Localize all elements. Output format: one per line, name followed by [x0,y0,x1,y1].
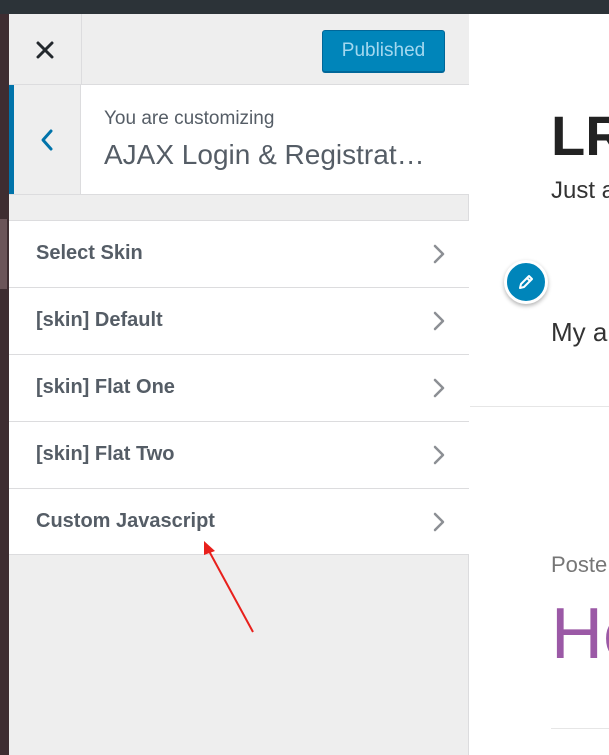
info-text: You are customizing AJAX Login & Registr… [104,107,459,173]
section-select-skin[interactable]: Select Skin [9,220,469,287]
preview-menu-text[interactable]: My a [551,317,607,348]
admin-top-bar [0,0,609,14]
section-label: [skin] Flat Two [36,443,175,465]
close-icon [36,41,54,58]
customizing-label: You are customizing [104,108,275,129]
chevron-right-icon [433,512,445,532]
background-edge [0,14,9,755]
preview-site-title[interactable]: LR [551,106,609,166]
site-preview: LR Just a My a Poste He [470,14,609,755]
preview-divider [551,728,609,729]
edit-shortcut-button[interactable] [504,260,548,304]
customizer-info: You are customizing AJAX Login & Registr… [9,85,469,195]
section-list: Select Skin [skin] Default [skin] Flat O… [9,220,469,555]
preview-post-title[interactable]: He [551,594,609,674]
chevron-right-icon [433,378,445,398]
section-label: [skin] Flat One [36,376,175,398]
section-label: Custom Javascript [36,510,215,532]
background-edge-notch [0,219,7,289]
section-label: [skin] Default [36,309,163,331]
preview-tagline: Just a [551,177,609,204]
section-skin-flat-one[interactable]: [skin] Flat One [9,354,469,421]
chevron-right-icon [433,244,445,264]
close-button[interactable] [9,14,82,85]
chevron-right-icon [433,445,445,465]
chevron-right-icon [433,311,445,331]
pencil-icon [519,275,533,289]
back-button[interactable] [9,85,81,194]
chevron-left-icon [41,129,53,150]
section-label: Select Skin [36,242,143,264]
section-skin-default[interactable]: [skin] Default [9,287,469,354]
panel-title: AJAX Login & Registrat… [104,139,425,170]
annotation-arrow [204,541,254,633]
preview-divider [470,406,609,407]
customizer-header: Published [9,14,469,85]
publish-button[interactable]: Published [322,30,445,72]
customizer-panel: Published You are customizing AJAX Login… [9,14,469,755]
preview-posted-text: Poste [551,552,608,577]
section-skin-flat-two[interactable]: [skin] Flat Two [9,421,469,488]
